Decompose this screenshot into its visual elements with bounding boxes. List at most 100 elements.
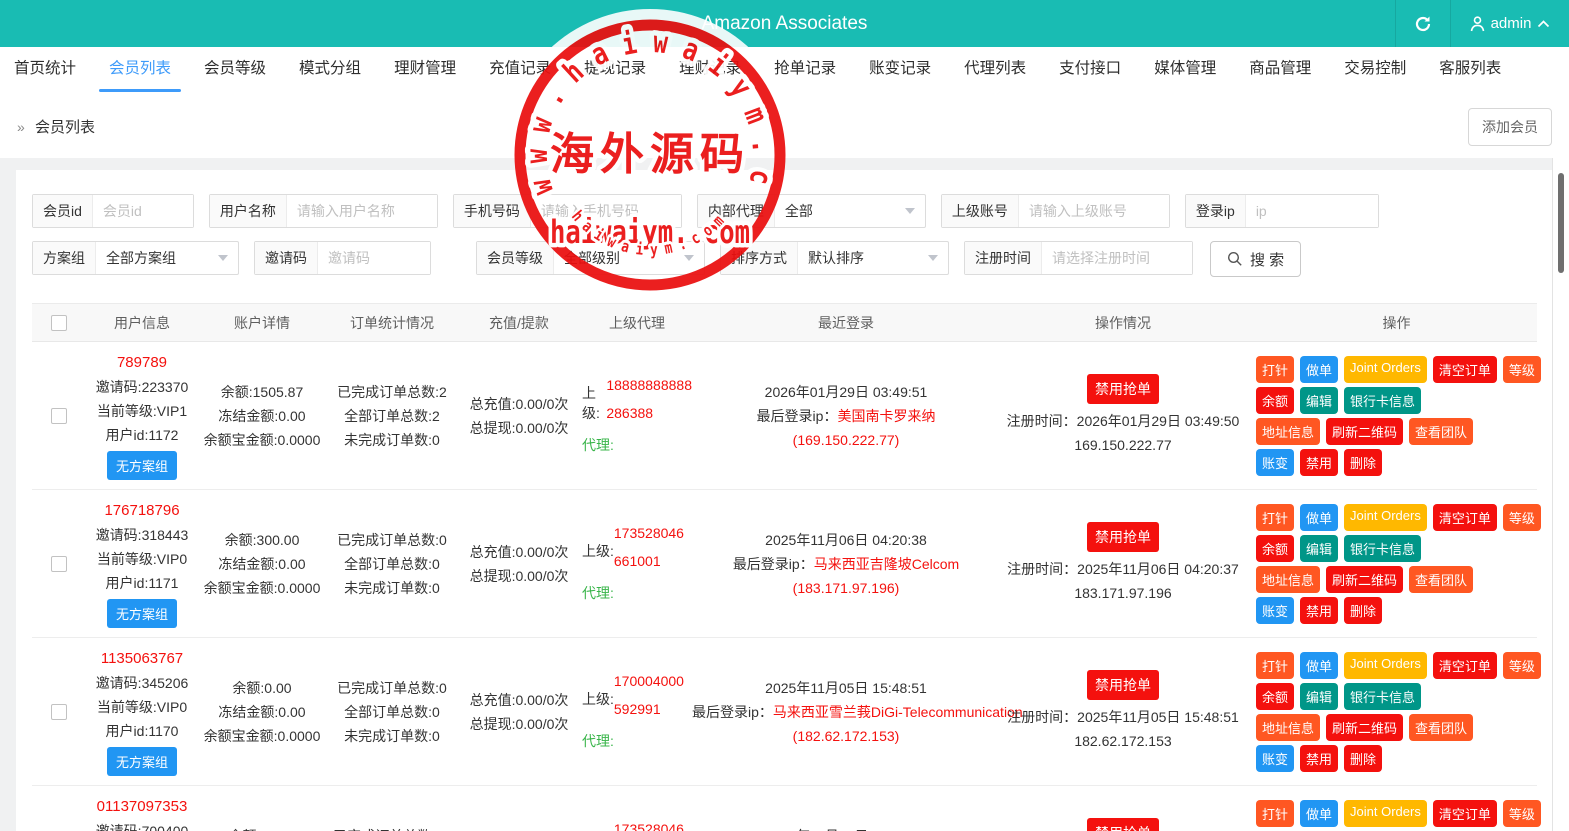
ban-grab-button[interactable]: 禁用抢单 bbox=[1087, 818, 1159, 831]
filter-phone: 手机号码 bbox=[453, 194, 682, 228]
action-button[interactable]: 删除 bbox=[1344, 745, 1382, 772]
action-button[interactable]: 清空订单 bbox=[1433, 652, 1497, 679]
action-button[interactable]: 账变 bbox=[1256, 745, 1294, 772]
refresh-button[interactable] bbox=[1396, 0, 1450, 47]
action-button[interactable]: 禁用 bbox=[1300, 745, 1338, 772]
action-button[interactable]: 打针 bbox=[1256, 504, 1294, 531]
invite-code-input[interactable] bbox=[318, 242, 430, 274]
action-button[interactable]: 银行卡信息 bbox=[1344, 683, 1421, 710]
nav-tab-6[interactable]: 提现记录 bbox=[584, 47, 646, 95]
action-button[interactable]: 打针 bbox=[1256, 652, 1294, 679]
action-button[interactable]: 余额 bbox=[1256, 535, 1294, 562]
action-button[interactable]: 编辑 bbox=[1300, 683, 1338, 710]
nav-tab-9[interactable]: 账变记录 bbox=[869, 47, 931, 95]
add-member-button[interactable]: 添加会员 bbox=[1468, 108, 1552, 146]
action-button[interactable]: 地址信息 bbox=[1256, 418, 1320, 445]
ban-grab-button[interactable]: 禁用抢单 bbox=[1087, 670, 1159, 700]
action-button[interactable]: Joint Orders bbox=[1344, 800, 1427, 827]
action-button[interactable]: 做单 bbox=[1300, 652, 1338, 679]
plan-group-button[interactable]: 无方案组 bbox=[107, 599, 177, 628]
chevron-up-icon bbox=[1537, 20, 1550, 28]
action-button[interactable]: 编辑 bbox=[1300, 387, 1338, 414]
action-button[interactable]: 删除 bbox=[1344, 449, 1382, 476]
ban-grab-button[interactable]: 禁用抢单 bbox=[1087, 374, 1159, 404]
filter-member-id: 会员id bbox=[32, 194, 194, 228]
login-ip-input[interactable] bbox=[1246, 195, 1378, 227]
nav-tab-7[interactable]: 理财记录 bbox=[679, 47, 741, 95]
action-button[interactable]: 查看团队 bbox=[1409, 566, 1473, 593]
invite-code: 邀请码:345206 bbox=[86, 671, 198, 695]
action-button[interactable]: 等级 bbox=[1503, 504, 1541, 531]
action-button[interactable]: 账变 bbox=[1256, 449, 1294, 476]
member-level-select[interactable]: 全部级别 bbox=[554, 242, 704, 274]
action-button[interactable]: 刷新二维码 bbox=[1326, 418, 1403, 445]
action-button[interactable]: 编辑 bbox=[1300, 535, 1338, 562]
action-button[interactable]: Joint Orders bbox=[1344, 652, 1427, 679]
filter-row-1: 会员id 用户名称 手机号码 内部代理 全部 上级账号 bbox=[32, 194, 1537, 228]
username-input[interactable] bbox=[287, 195, 437, 227]
row-checkbox[interactable] bbox=[51, 704, 67, 720]
action-button[interactable]: 地址信息 bbox=[1256, 714, 1320, 741]
chevron-down-icon bbox=[928, 255, 938, 261]
ban-grab-button[interactable]: 禁用抢单 bbox=[1087, 522, 1159, 552]
frozen-amount: 冻结金额:0.00 bbox=[198, 404, 326, 428]
nav-tab-13[interactable]: 商品管理 bbox=[1249, 47, 1311, 95]
nav-tab-15[interactable]: 客服列表 bbox=[1439, 47, 1501, 95]
select-all-checkbox[interactable] bbox=[51, 315, 67, 331]
row-checkbox[interactable] bbox=[51, 408, 67, 424]
action-button[interactable]: 做单 bbox=[1300, 504, 1338, 531]
nav-tab-4[interactable]: 理财管理 bbox=[394, 47, 456, 95]
search-button[interactable]: 搜 索 bbox=[1210, 241, 1301, 277]
orders-all: 全部订单总数:0 bbox=[326, 700, 458, 724]
register-time-input[interactable] bbox=[1042, 242, 1192, 274]
action-button[interactable]: 禁用 bbox=[1300, 449, 1338, 476]
sort-order-select[interactable]: 默认排序 bbox=[798, 242, 948, 274]
scrollbar-thumb[interactable] bbox=[1558, 173, 1564, 273]
action-button[interactable]: 银行卡信息 bbox=[1344, 387, 1421, 414]
action-button[interactable]: 账变 bbox=[1256, 597, 1294, 624]
action-button[interactable]: 做单 bbox=[1300, 356, 1338, 383]
action-button[interactable]: Joint Orders bbox=[1344, 504, 1427, 531]
action-button[interactable]: 查看团队 bbox=[1409, 714, 1473, 741]
register-time: 2025年11月05日 15:48:51 bbox=[1077, 709, 1239, 725]
action-button[interactable]: 查看团队 bbox=[1409, 418, 1473, 445]
row-checkbox[interactable] bbox=[51, 556, 67, 572]
action-button[interactable]: Joint Orders bbox=[1344, 356, 1427, 383]
action-button[interactable]: 等级 bbox=[1503, 652, 1541, 679]
action-button[interactable]: 银行卡信息 bbox=[1344, 535, 1421, 562]
action-button[interactable]: 禁用 bbox=[1300, 597, 1338, 624]
member-id-input[interactable] bbox=[93, 195, 193, 227]
action-button[interactable]: 余额 bbox=[1256, 683, 1294, 710]
action-button[interactable]: 清空订单 bbox=[1433, 356, 1497, 383]
action-button[interactable]: 清空订单 bbox=[1433, 504, 1497, 531]
action-button[interactable]: 刷新二维码 bbox=[1326, 566, 1403, 593]
action-button[interactable]: 删除 bbox=[1344, 597, 1382, 624]
nav-tab-8[interactable]: 抢单记录 bbox=[774, 47, 836, 95]
user-menu[interactable]: admin bbox=[1451, 0, 1569, 47]
action-button[interactable]: 余额 bbox=[1256, 387, 1294, 414]
nav-tab-10[interactable]: 代理列表 bbox=[964, 47, 1026, 95]
plan-group-button[interactable]: 无方案组 bbox=[107, 747, 177, 776]
nav-tab-0[interactable]: 首页统计 bbox=[14, 47, 76, 95]
nav-tab-2[interactable]: 会员等级 bbox=[204, 47, 266, 95]
internal-agent-select[interactable]: 全部 bbox=[775, 195, 925, 227]
parent-account-input[interactable] bbox=[1019, 195, 1169, 227]
action-button[interactable]: 做单 bbox=[1300, 800, 1338, 827]
plan-group-select[interactable]: 全部方案组 bbox=[96, 242, 238, 274]
nav-tab-14[interactable]: 交易控制 bbox=[1344, 47, 1406, 95]
action-button[interactable]: 地址信息 bbox=[1256, 566, 1320, 593]
nav-tab-12[interactable]: 媒体管理 bbox=[1154, 47, 1216, 95]
action-button[interactable]: 刷新二维码 bbox=[1326, 714, 1403, 741]
nav-tab-3[interactable]: 模式分组 bbox=[299, 47, 361, 95]
plan-group-button[interactable]: 无方案组 bbox=[107, 451, 177, 480]
action-button[interactable]: 打针 bbox=[1256, 356, 1294, 383]
action-button[interactable]: 清空订单 bbox=[1433, 800, 1497, 827]
action-button[interactable]: 等级 bbox=[1503, 356, 1541, 383]
phone-input[interactable] bbox=[531, 195, 681, 227]
nav-tab-1[interactable]: 会员列表 bbox=[109, 47, 171, 95]
nav-tab-5[interactable]: 充值记录 bbox=[489, 47, 551, 95]
action-button[interactable]: 打针 bbox=[1256, 800, 1294, 827]
nav-tab-11[interactable]: 支付接口 bbox=[1059, 47, 1121, 95]
action-button[interactable]: 等级 bbox=[1503, 800, 1541, 827]
filter-invite-code: 邀请码 bbox=[254, 241, 431, 275]
